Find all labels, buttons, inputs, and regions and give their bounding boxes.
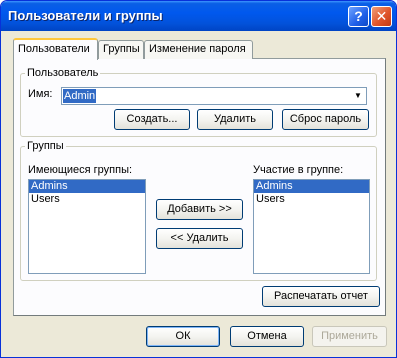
- member-groups-label: Участие в группе:: [253, 164, 344, 176]
- tab-users[interactable]: Пользователи: [13, 38, 98, 60]
- ok-button[interactable]: ОК: [146, 326, 220, 347]
- member-groups-list[interactable]: Admins Users: [253, 179, 370, 274]
- window-title: Пользователи и группы: [8, 8, 163, 23]
- chevron-down-icon[interactable]: ▼: [351, 89, 365, 103]
- reset-password-button[interactable]: Сброс пароль: [282, 109, 369, 130]
- close-button[interactable]: ✕: [371, 6, 392, 27]
- tab-change-password[interactable]: Изменение пароля: [144, 40, 253, 59]
- list-item[interactable]: Users: [254, 193, 369, 206]
- delete-user-button[interactable]: Удалить: [197, 109, 273, 130]
- add-to-group-button[interactable]: Добавить >>: [156, 199, 243, 220]
- print-report-button[interactable]: Распечатать отчет: [262, 286, 380, 307]
- list-item[interactable]: Users: [29, 193, 145, 206]
- user-name-combobox[interactable]: Admin ▼: [61, 87, 367, 105]
- user-name-value: Admin: [63, 89, 97, 103]
- apply-button: Применить: [312, 326, 387, 347]
- groups-groupbox-legend: Группы: [25, 140, 66, 152]
- available-groups-label: Имеющиеся группы:: [28, 164, 133, 176]
- title-bar[interactable]: Пользователи и группы ? ✕: [1, 1, 396, 31]
- list-item[interactable]: Admins: [29, 180, 145, 193]
- cancel-button[interactable]: Отмена: [230, 326, 304, 347]
- remove-from-group-button[interactable]: << Удалить: [156, 228, 243, 249]
- users-groups-dialog: Пользователи и группы ? ✕ Пользователи Г…: [0, 0, 397, 358]
- available-groups-list[interactable]: Admins Users: [28, 179, 146, 274]
- name-label: Имя:: [28, 88, 53, 100]
- tab-groups[interactable]: Группы: [98, 40, 144, 59]
- list-item[interactable]: Admins: [254, 180, 369, 193]
- create-user-button[interactable]: Создать...: [114, 109, 190, 130]
- user-groupbox-legend: Пользователь: [25, 67, 101, 79]
- help-button[interactable]: ?: [348, 6, 369, 27]
